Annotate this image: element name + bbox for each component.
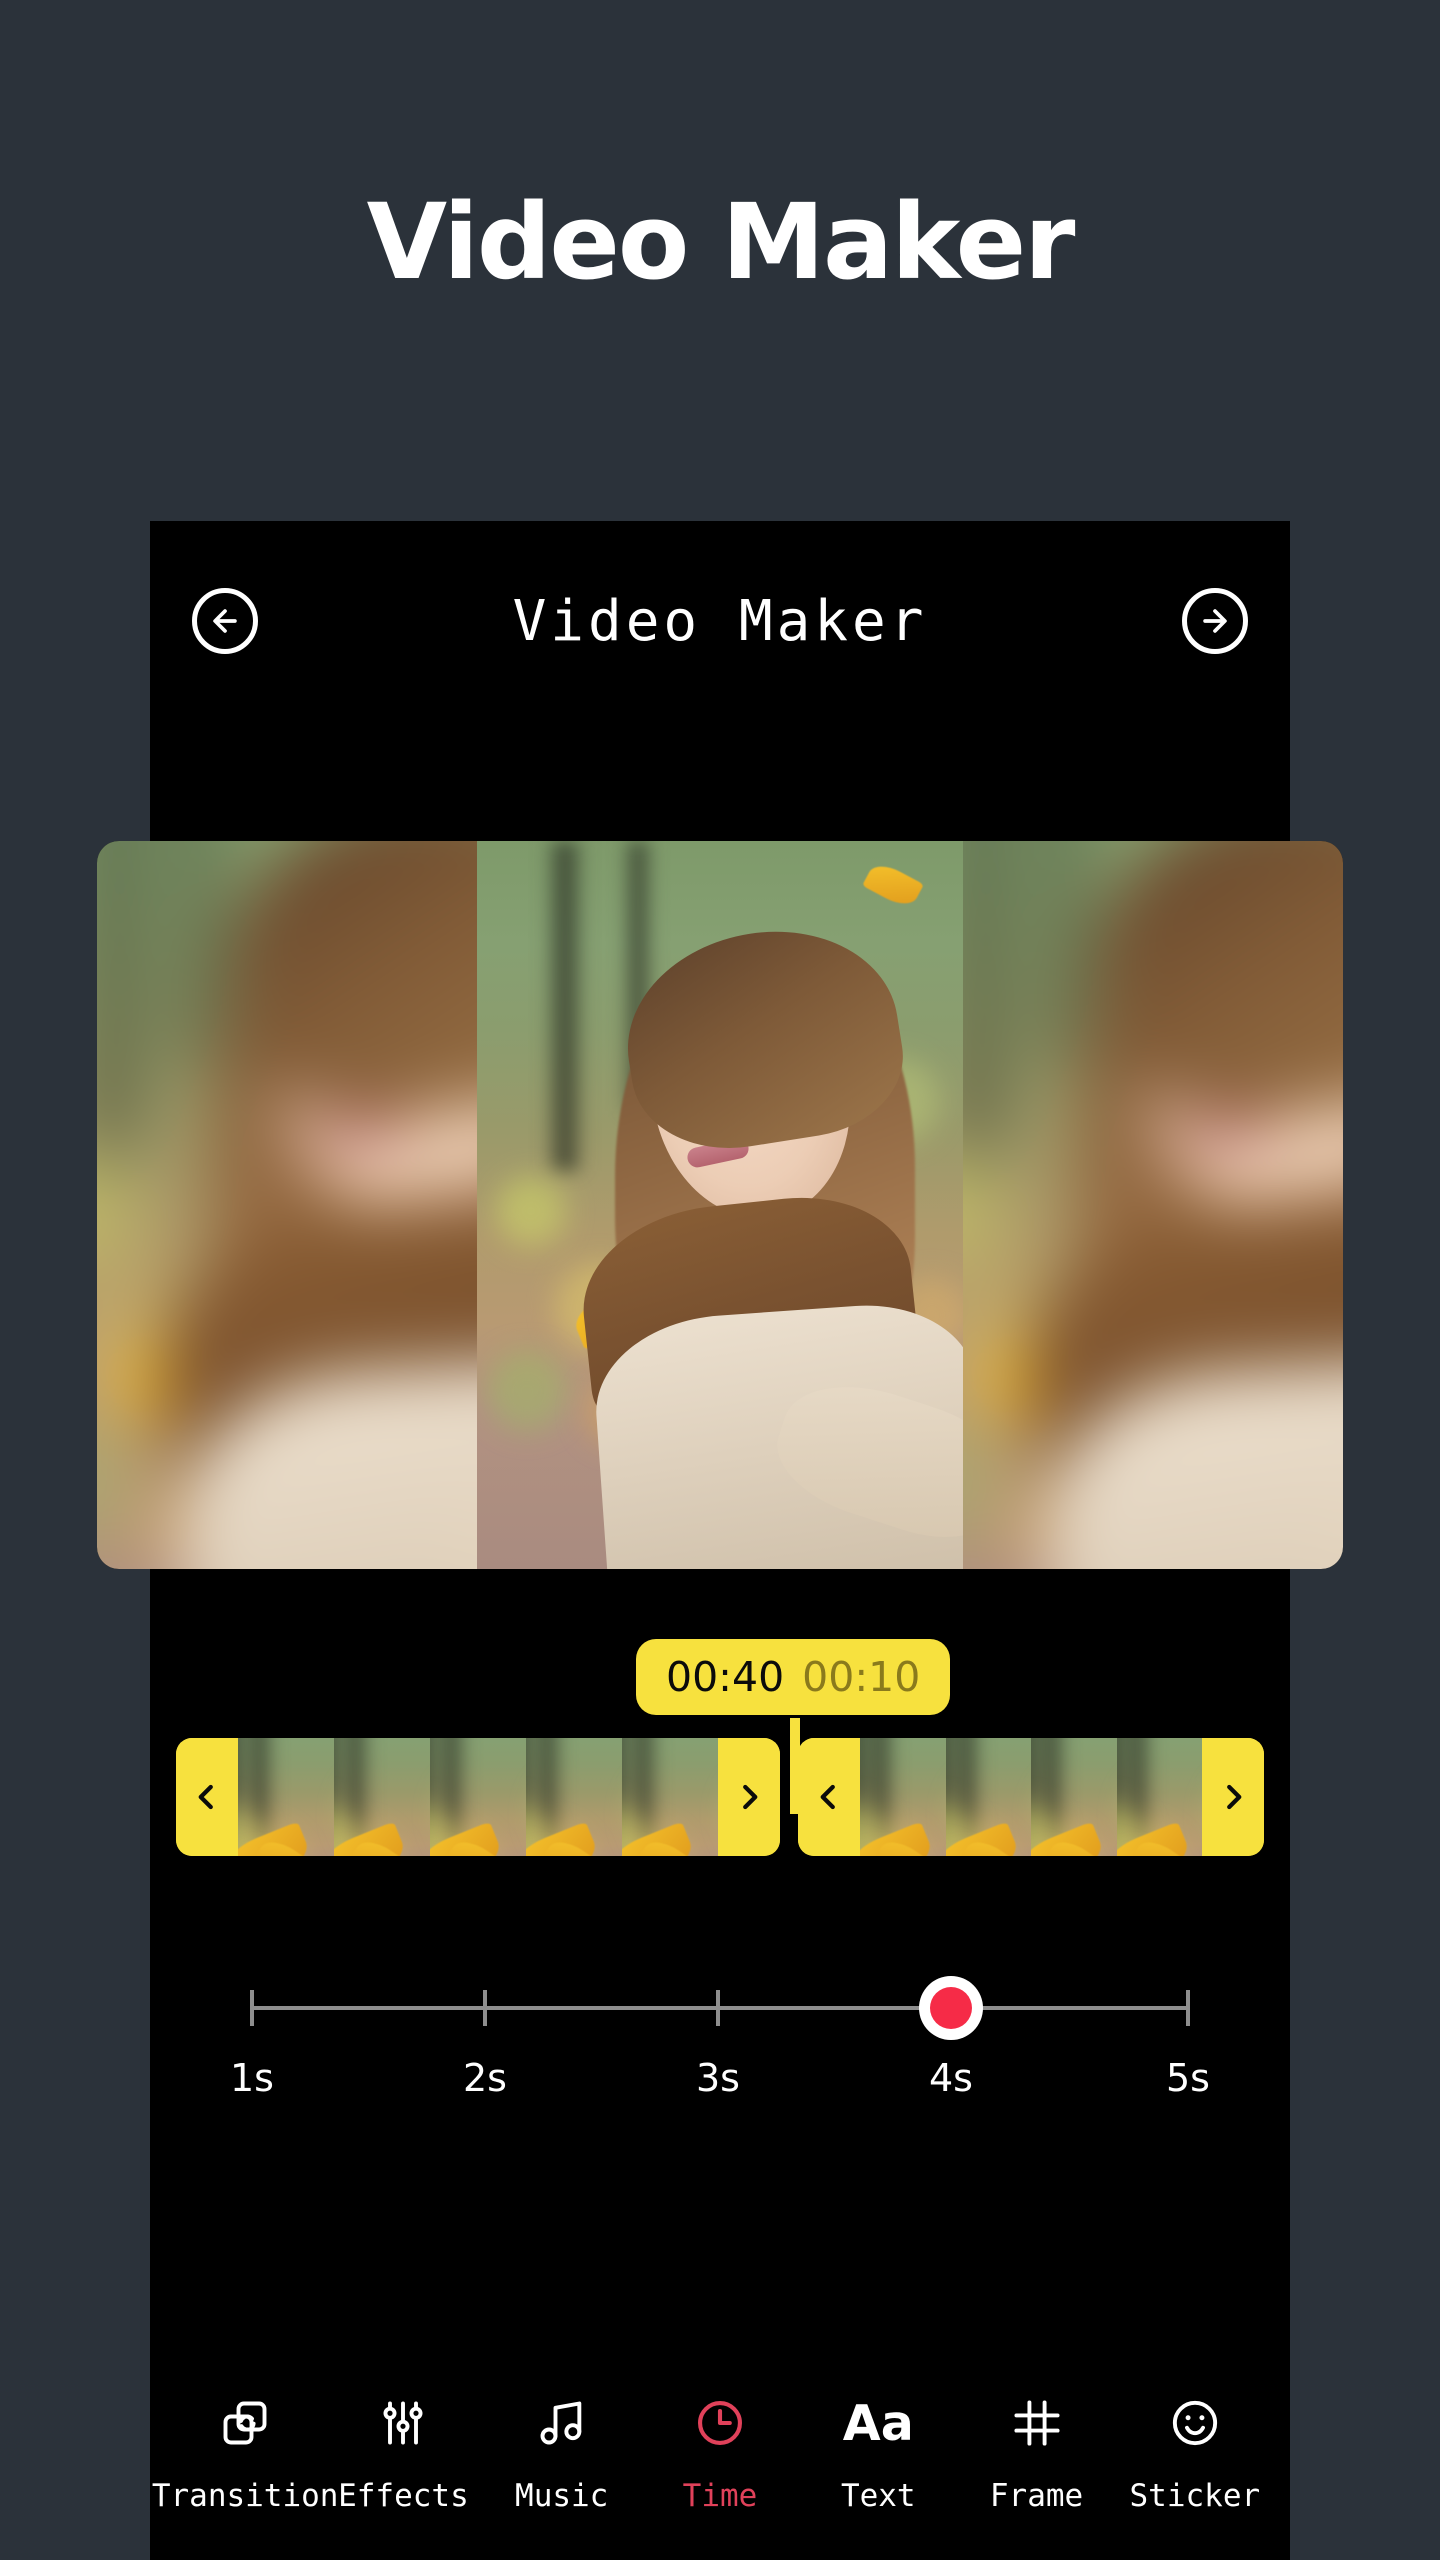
toolbar-item-frame[interactable]: Frame	[962, 2394, 1112, 2514]
timeline-clip[interactable]	[798, 1738, 1264, 1856]
clip-thumbnail	[430, 1738, 526, 1856]
time-badge[interactable]: 00:40 00:10	[636, 1639, 951, 1715]
toolbar-item-effects[interactable]: Effects	[328, 2394, 478, 2514]
clip-trim-right-handle[interactable]	[718, 1738, 780, 1856]
toolbar-label: Text	[840, 2478, 916, 2514]
slider-tick	[716, 1990, 720, 2026]
time-badge-primary: 00:40	[666, 1653, 785, 1701]
time-badge-tail	[790, 1718, 800, 1814]
toolbar-item-sticker[interactable]: Sticker	[1120, 2394, 1270, 2514]
frame-icon	[1011, 2394, 1063, 2452]
toolbar-label: Transition	[151, 2478, 339, 2514]
clip-trim-right-handle[interactable]	[1202, 1738, 1264, 1856]
app-header: Video Maker	[150, 521, 1290, 721]
clip-thumbnail	[334, 1738, 430, 1856]
timeline-clip[interactable]	[176, 1738, 780, 1856]
clip-frames	[860, 1738, 1202, 1856]
sliders-icon	[377, 2394, 429, 2452]
chevron-left-icon	[192, 1775, 222, 1819]
duration-slider[interactable]: 1s 2s 3s 4s 5s	[176, 1972, 1264, 2132]
page-title: Video Maker	[366, 181, 1076, 303]
preview-main-video	[477, 841, 963, 1569]
timeline-track	[176, 1738, 1264, 1856]
slider-tick	[250, 1990, 254, 2026]
video-preview-surface	[97, 841, 1343, 1569]
clock-icon	[694, 2394, 746, 2452]
chevron-left-icon	[814, 1775, 844, 1819]
time-badge-secondary: 00:10	[802, 1653, 921, 1701]
clip-thumbnail	[526, 1738, 622, 1856]
toolbar-label: Sticker	[1129, 2478, 1261, 2514]
transition-icon	[219, 2394, 271, 2452]
clip-thumbnail	[1031, 1738, 1117, 1856]
forward-button[interactable]	[1182, 588, 1248, 654]
slider-tick-label: 2s	[463, 2056, 507, 2100]
toolbar-item-transition[interactable]: Transition	[152, 2394, 338, 2514]
slider-thumb[interactable]	[919, 1976, 983, 2040]
slider-tick-label: 4s	[929, 2056, 973, 2100]
clip-thumbnail	[1116, 1738, 1202, 1856]
clip-thumbnail	[238, 1738, 334, 1856]
screen-root: Video Maker Video Maker 00:40 00:10 1s 2…	[0, 0, 1440, 2560]
clip-thumbnail	[945, 1738, 1031, 1856]
slider-tick-label: 1s	[230, 2056, 274, 2100]
clip-thumbnail	[622, 1738, 718, 1856]
toolbar-item-music[interactable]: Music	[487, 2394, 637, 2514]
text-aa-icon: Aa	[842, 2394, 914, 2452]
slider-tick-label: 3s	[696, 2056, 740, 2100]
slider-track[interactable]	[250, 2006, 1190, 2010]
app-header-title: Video Maker	[512, 588, 928, 654]
toolbar-label: Frame	[989, 2478, 1084, 2514]
toolbar-label: Music	[515, 2478, 609, 2514]
slider-tick	[483, 1990, 487, 2026]
toolbar-label: Effects	[338, 2478, 469, 2514]
toolbar-item-time[interactable]: Time	[645, 2394, 795, 2514]
toolbar-item-text[interactable]: Aa Text	[803, 2394, 953, 2515]
chevron-right-icon	[1218, 1775, 1248, 1819]
clip-thumbnail	[860, 1738, 946, 1856]
clip-trim-left-handle[interactable]	[176, 1738, 238, 1856]
toolbar-label: Time	[682, 2478, 758, 2514]
clip-frames	[238, 1738, 718, 1856]
clip-trim-left-handle[interactable]	[798, 1738, 860, 1856]
bottom-toolbar: Transition Effects Music Time Aa Text Fr…	[150, 2394, 1290, 2515]
music-note-icon	[536, 2394, 588, 2452]
back-button[interactable]	[192, 588, 258, 654]
arrow-left-circle-icon	[208, 604, 242, 638]
video-preview[interactable]	[97, 841, 1396, 1578]
slider-tick	[1186, 1990, 1190, 2026]
photo-scene	[477, 841, 963, 1569]
smiley-icon	[1169, 2394, 1221, 2452]
slider-tick-label: 5s	[1166, 2056, 1210, 2100]
arrow-right-circle-icon	[1198, 604, 1232, 638]
chevron-right-icon	[734, 1775, 764, 1819]
